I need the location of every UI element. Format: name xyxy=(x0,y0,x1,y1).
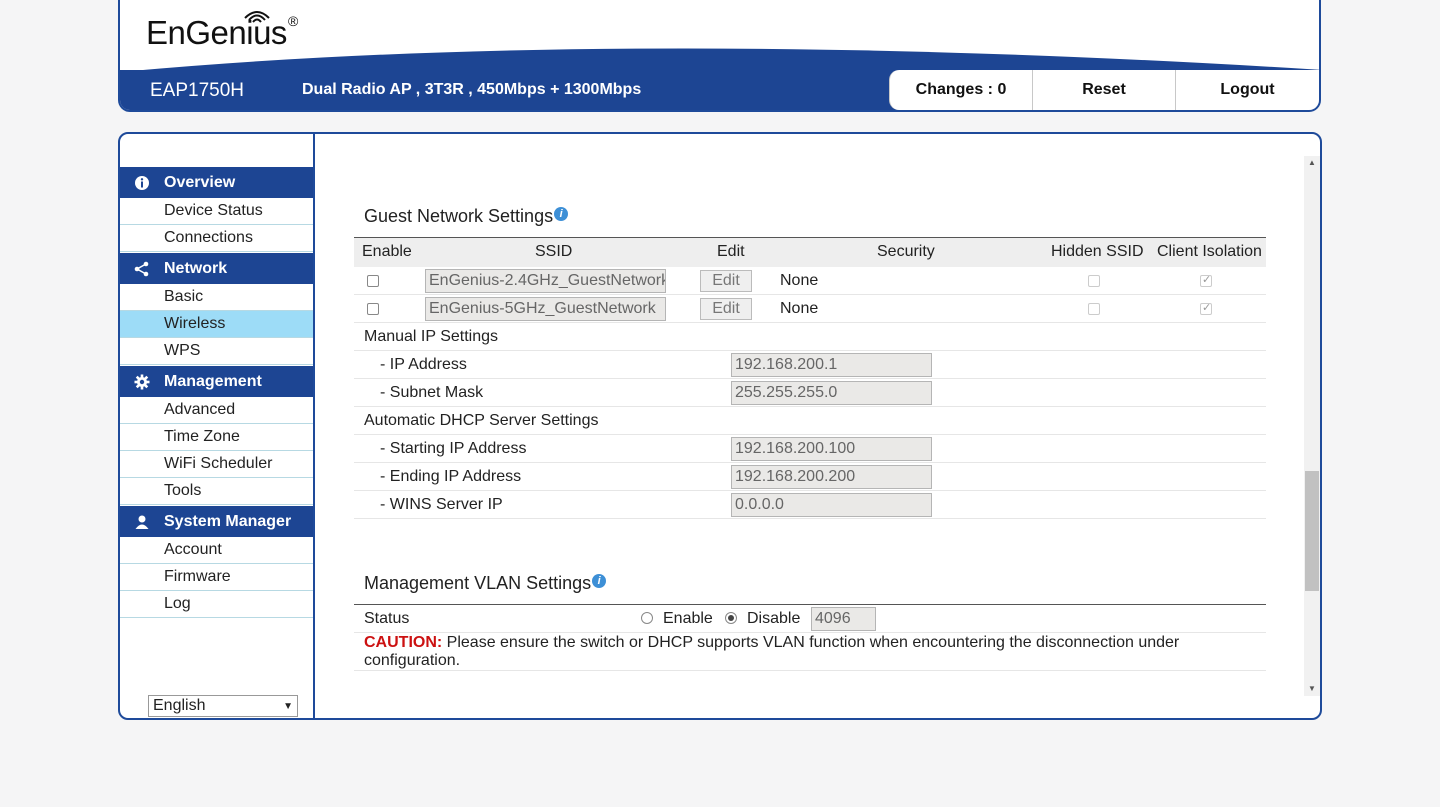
starting-ip-row: - Starting IP Address 192.168.200.100 xyxy=(354,435,1266,463)
caution-text: Please ensure the switch or DHCP support… xyxy=(364,634,1180,669)
sidebar-item-time-zone[interactable]: Time Zone xyxy=(120,424,313,451)
wifi-logo-icon xyxy=(244,11,270,23)
sidebar-item-advanced[interactable]: Advanced xyxy=(120,397,313,424)
ip-address-label: - IP Address xyxy=(380,356,467,373)
table-header: Enable SSID Edit Security Hidden SSID Cl… xyxy=(354,237,1266,267)
sidebar-item-connections[interactable]: Connections xyxy=(120,225,313,252)
guest-network-title: Guest Network Settings i xyxy=(364,206,569,227)
wins-server-row: - WINS Server IP 0.0.0.0 xyxy=(354,491,1266,519)
vlan-info-icon[interactable]: i xyxy=(592,574,607,588)
col-client-isolation: Client Isolation xyxy=(1157,243,1262,260)
model-description: Dual Radio AP , 3T3R , 450Mbps + 1300Mbp… xyxy=(302,81,642,98)
vlan-status-label: Status xyxy=(364,610,410,627)
client-isolation-checkbox-24g[interactable] xyxy=(1200,273,1212,287)
subnet-mask-field[interactable]: 255.255.255.0 xyxy=(731,381,932,405)
header-swoosh xyxy=(120,48,1319,72)
user-icon xyxy=(135,515,149,529)
scroll-up-icon[interactable]: ▲ xyxy=(1304,156,1320,170)
share-icon xyxy=(134,261,149,277)
vlan-disable-radio[interactable] xyxy=(725,612,737,624)
security-24g: None xyxy=(780,272,819,289)
sidebar-item-account[interactable]: Account xyxy=(120,537,313,564)
header-bar: EAP1750H Dual Radio AP , 3T3R , 450Mbps … xyxy=(120,70,1319,110)
sidebar-item-wireless[interactable]: Wireless xyxy=(120,311,313,338)
ending-ip-field[interactable]: 192.168.200.200 xyxy=(731,465,932,489)
sidebar-item-device-status[interactable]: Device Status xyxy=(120,198,313,225)
language-select[interactable]: English ▼ xyxy=(148,695,298,717)
col-enable: Enable xyxy=(362,243,412,260)
vlan-id-field[interactable]: 4096 xyxy=(811,607,876,631)
table-row: EnGenius-5GHz_GuestNetwork Edit None xyxy=(354,295,1266,323)
vlan-enable-label: Enable xyxy=(663,610,713,627)
vlan-title: Management VLAN Settings i xyxy=(364,573,607,594)
ip-address-field[interactable]: 192.168.200.1 xyxy=(731,353,932,377)
ssid-field-5g[interactable]: EnGenius-5GHz_GuestNetwork xyxy=(425,297,666,321)
main-panel: Overview Device Status Connections Netwo… xyxy=(118,132,1322,720)
col-security: Security xyxy=(877,243,935,260)
starting-ip-field[interactable]: 192.168.200.100 xyxy=(731,437,932,461)
wins-server-field[interactable]: 0.0.0.0 xyxy=(731,493,932,517)
col-edit: Edit xyxy=(717,243,745,260)
sidebar: Overview Device Status Connections Netwo… xyxy=(120,134,315,718)
edit-button-24g[interactable]: Edit xyxy=(700,270,752,292)
ssid-field-24g[interactable]: EnGenius-2.4GHz_GuestNetwork xyxy=(425,269,666,293)
starting-ip-label: - Starting IP Address xyxy=(380,440,527,457)
info-icon xyxy=(135,176,149,190)
reset-button[interactable]: Reset xyxy=(1033,70,1176,110)
sidebar-item-wifi-scheduler[interactable]: WiFi Scheduler xyxy=(120,451,313,478)
model-name: EAP1750H xyxy=(150,80,245,101)
manual-ip-label: Manual IP Settings xyxy=(364,328,499,345)
nav-head-overview[interactable]: Overview xyxy=(120,167,313,198)
sidebar-item-basic[interactable]: Basic xyxy=(120,284,313,311)
nav-group-network: Network Basic Wireless WPS xyxy=(120,253,313,365)
changes-button[interactable]: Changes : 0 xyxy=(890,70,1033,110)
scroll-thumb[interactable] xyxy=(1305,471,1319,591)
dhcp-row: Automatic DHCP Server Settings xyxy=(354,407,1266,435)
col-hidden-ssid: Hidden SSID xyxy=(1051,243,1144,260)
nav-group-management: Management Advanced Time Zone WiFi Sched… xyxy=(120,366,313,505)
edit-button-5g[interactable]: Edit xyxy=(700,298,752,320)
gear-icon xyxy=(134,374,150,390)
security-5g: None xyxy=(780,300,819,317)
hidden-ssid-checkbox-5g[interactable] xyxy=(1088,303,1100,315)
header-buttons: Changes : 0 Reset Logout xyxy=(889,70,1319,110)
content-scrollbar[interactable]: ▲ ▼ xyxy=(1304,156,1320,696)
sidebar-item-log[interactable]: Log xyxy=(120,591,313,618)
col-ssid: SSID xyxy=(535,243,573,260)
nav-group-overview: Overview Device Status Connections xyxy=(120,167,313,252)
sidebar-item-tools[interactable]: Tools xyxy=(120,478,313,505)
ending-ip-label: - Ending IP Address xyxy=(380,468,522,485)
guest-info-icon[interactable]: i xyxy=(554,207,569,221)
enable-checkbox-24g[interactable] xyxy=(367,275,379,287)
hidden-ssid-checkbox-24g[interactable] xyxy=(1088,275,1100,287)
manual-ip-row: Manual IP Settings xyxy=(354,323,1266,351)
dhcp-label: Automatic DHCP Server Settings xyxy=(364,412,599,429)
dropdown-arrow-icon: ▼ xyxy=(283,701,293,712)
nav-head-management[interactable]: Management xyxy=(120,366,313,397)
content-area: Guest Network Settings i Enable SSID Edit… xyxy=(317,134,1320,718)
header: EnGenius® EAP1750H Dual Radio AP , 3T3R … xyxy=(118,0,1321,112)
table-row: EnGenius-2.4GHz_GuestNetwork Edit None xyxy=(354,267,1266,295)
nav-head-network[interactable]: Network xyxy=(120,253,313,284)
sidebar-item-wps[interactable]: WPS xyxy=(120,338,313,365)
vlan-enable-radio[interactable] xyxy=(641,612,653,624)
enable-checkbox-5g[interactable] xyxy=(367,303,379,315)
logout-button[interactable]: Logout xyxy=(1176,70,1319,110)
caution-label: CAUTION: xyxy=(364,634,443,651)
vlan-disable-label: Disable xyxy=(747,610,801,627)
vlan-caution: CAUTION: Please ensure the switch or DHC… xyxy=(364,634,1224,670)
client-isolation-checkbox-5g[interactable] xyxy=(1200,301,1212,315)
nav-head-system-manager[interactable]: System Manager xyxy=(120,506,313,537)
sidebar-item-firmware[interactable]: Firmware xyxy=(120,564,313,591)
ip-address-row: - IP Address 192.168.200.1 xyxy=(354,351,1266,379)
vlan-status-row: Status Enable Disable 4096 xyxy=(354,604,1266,633)
scroll-down-icon[interactable]: ▼ xyxy=(1304,682,1320,696)
ending-ip-row: - Ending IP Address 192.168.200.200 xyxy=(354,463,1266,491)
nav-group-system-manager: System Manager Account Firmware Log xyxy=(120,506,313,618)
subnet-mask-row: - Subnet Mask 255.255.255.0 xyxy=(354,379,1266,407)
wins-server-label: - WINS Server IP xyxy=(380,496,503,513)
subnet-mask-label: - Subnet Mask xyxy=(380,384,484,401)
